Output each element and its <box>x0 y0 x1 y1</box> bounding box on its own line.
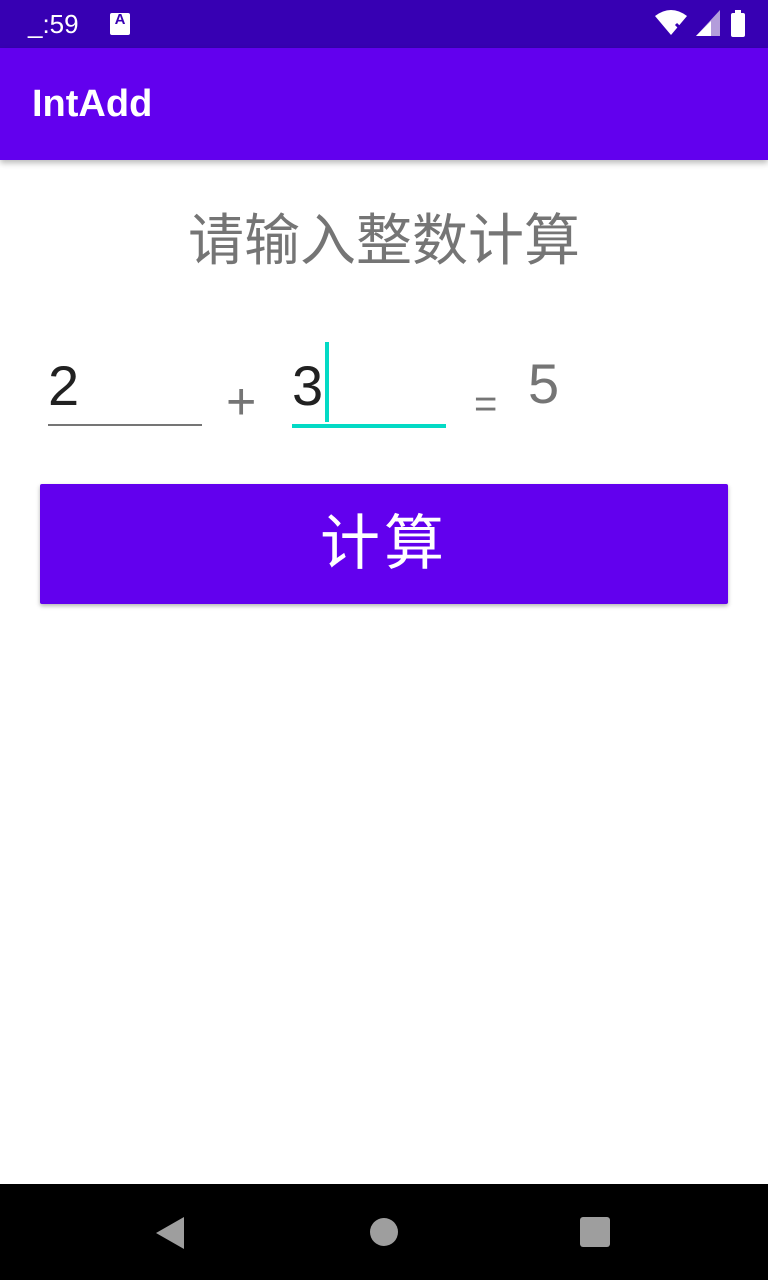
first-operand-underline <box>48 424 202 426</box>
prompt-text: 请输入整数计算 <box>188 209 580 274</box>
first-operand-value: 2 <box>48 354 80 417</box>
notification-a-icon: A <box>110 11 130 35</box>
app-bar: IntAdd <box>0 48 768 160</box>
equals-sign: = <box>474 382 498 426</box>
status-time: _:59 <box>28 9 79 39</box>
wifi-icon <box>655 10 687 35</box>
calculate-button[interactable]: 计算 <box>40 484 728 604</box>
text-cursor <box>325 342 329 422</box>
back-icon[interactable] <box>154 1216 186 1250</box>
first-operand-field[interactable]: 2 <box>48 340 202 430</box>
navigation-bar <box>0 1184 768 1280</box>
recents-icon[interactable] <box>580 1217 610 1247</box>
status-bar: _:59 A <box>0 0 768 48</box>
result-value: 5 <box>528 352 560 415</box>
second-operand-field[interactable]: 3 <box>292 340 446 430</box>
screen: _:59 A IntAdd 请输入整数计算 2 + 3 = 5 计算 <box>0 0 768 1280</box>
cell-signal-icon <box>696 10 720 36</box>
second-operand-underline <box>292 424 446 428</box>
second-operand-value: 3 <box>292 354 324 417</box>
plus-sign: + <box>226 373 257 431</box>
battery-icon <box>731 10 745 37</box>
app-title: IntAdd <box>32 83 153 125</box>
home-icon[interactable] <box>370 1218 398 1246</box>
